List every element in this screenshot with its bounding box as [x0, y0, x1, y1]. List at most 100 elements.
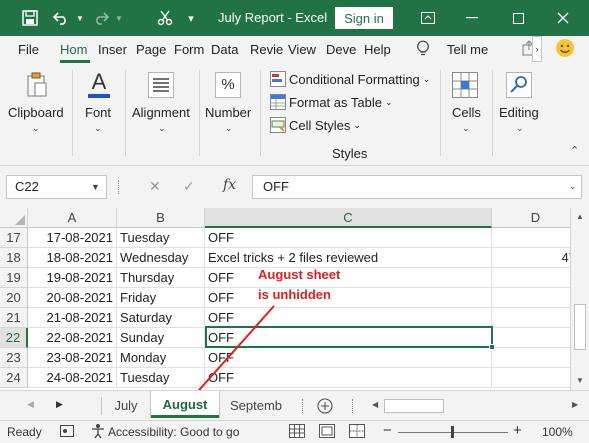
enter-icon[interactable]: ✓: [183, 178, 195, 195]
smiley-feedback-icon[interactable]: [555, 38, 575, 61]
number-group[interactable]: % Number ⌄: [203, 68, 255, 138]
horizontal-scroll-thumb[interactable]: [384, 399, 444, 413]
new-sheet-icon[interactable]: [317, 398, 333, 417]
maximize-icon[interactable]: [508, 0, 528, 36]
ribbon-divider: [125, 70, 126, 156]
number-label: Number: [205, 105, 252, 120]
tab-review[interactable]: Revie: [250, 42, 283, 57]
styles-group-label: Styles: [332, 146, 368, 161]
font-label: Font: [85, 105, 112, 120]
collapse-ribbon-icon[interactable]: ⌃: [570, 144, 579, 157]
sheet-tab-july[interactable]: July: [102, 391, 150, 421]
cells-group[interactable]: Cells ⌄: [446, 68, 486, 138]
conditional-formatting-button[interactable]: Conditional Formatting ⌄: [270, 71, 430, 87]
normal-view-icon[interactable]: [289, 424, 305, 441]
horizontal-scrollbar[interactable]: ◀ ▶: [372, 399, 584, 413]
vertical-scroll-thumb[interactable]: [574, 304, 586, 350]
ribbon-scroll-right-icon[interactable]: ›: [532, 36, 542, 62]
tab-file[interactable]: File: [18, 42, 39, 57]
close-icon[interactable]: [553, 0, 573, 36]
undo-dropdown-icon[interactable]: ▼: [74, 0, 86, 36]
minimize-icon[interactable]: [462, 0, 482, 36]
annotation-arrow: [197, 305, 275, 390]
tab-formulas[interactable]: Form: [174, 42, 204, 57]
editing-label: Editing: [499, 105, 539, 120]
page-layout-view-icon[interactable]: [319, 424, 335, 441]
tab-help[interactable]: Help: [364, 42, 391, 57]
ribbon-divider: [260, 70, 261, 156]
formula-bar: C22 ▼ ✕ ✓ fx OFF ⌄: [0, 166, 589, 208]
name-box-dropdown-icon[interactable]: ▼: [91, 182, 100, 192]
status-bar: Ready Accessibility: Good to go − + 100%: [0, 420, 589, 443]
macro-record-icon[interactable]: [60, 424, 74, 441]
zoom-slider-thumb[interactable]: [451, 426, 454, 438]
chevron-down-icon: ⌄: [462, 123, 470, 133]
expand-formula-bar-icon[interactable]: ⌄: [569, 181, 577, 192]
tab-divider: [352, 399, 353, 413]
tab-page-layout[interactable]: Page: [136, 42, 166, 57]
tell-me-search[interactable]: Tell me: [447, 42, 488, 57]
alignment-label: Alignment: [132, 105, 190, 120]
search-icon: [506, 72, 532, 101]
ribbon-display-options-icon[interactable]: [418, 0, 438, 36]
format-as-table-icon: [270, 94, 286, 110]
tab-insert[interactable]: Inser: [98, 42, 127, 57]
save-icon[interactable]: [18, 0, 42, 36]
cancel-icon[interactable]: ✕: [149, 178, 161, 195]
editing-group[interactable]: Editing ⌄: [496, 68, 546, 138]
scroll-left-icon[interactable]: ◀: [372, 400, 378, 409]
scroll-up-icon[interactable]: ▲: [576, 212, 584, 221]
page-break-view-icon[interactable]: [349, 424, 365, 441]
chevron-down-icon: ⌄: [422, 73, 431, 84]
accessibility-status[interactable]: Accessibility: Good to go: [108, 425, 239, 439]
font-icon-letter: A: [91, 69, 107, 94]
font-group[interactable]: A Font ⌄: [80, 68, 120, 138]
scroll-right-icon[interactable]: ▶: [572, 400, 578, 409]
zoom-level[interactable]: 100%: [542, 425, 573, 439]
sheet-scroll-left-icon[interactable]: ◀: [27, 399, 34, 410]
insert-function-icon[interactable]: fx: [223, 177, 236, 193]
cells-label: Cells: [452, 105, 481, 120]
zoom-in-button[interactable]: +: [513, 422, 522, 439]
tab-data[interactable]: Data: [211, 42, 238, 57]
worksheet-grid[interactable]: A B C D 17 17-08-2021 Tuesday OFF 18 18-08-20…: [0, 208, 570, 390]
format-as-table-button[interactable]: Format as Table ⌄: [270, 94, 393, 110]
cut-icon[interactable]: [154, 0, 176, 36]
scroll-down-icon[interactable]: ▼: [576, 376, 584, 385]
cell-styles-icon: [270, 117, 286, 133]
lightbulb-icon: [416, 40, 430, 61]
formula-input[interactable]: OFF: [252, 175, 582, 199]
sheet-tab-august[interactable]: August: [151, 391, 219, 418]
sheet-scroll-right-icon[interactable]: ▶: [56, 399, 63, 410]
cell-styles-button[interactable]: Cell Styles ⌄: [270, 117, 361, 133]
percent-icon: %: [215, 72, 241, 98]
ready-status: Ready: [7, 425, 42, 439]
ribbon-divider: [72, 70, 73, 156]
vertical-scrollbar[interactable]: ▲ ▼: [570, 208, 589, 390]
tab-home[interactable]: Hom: [60, 42, 87, 57]
tab-developer[interactable]: Deve: [326, 42, 356, 57]
chevron-down-icon: ⌄: [353, 119, 361, 130]
clipboard-group[interactable]: Clipboard ⌄: [8, 68, 68, 138]
conditional-formatting-label: Conditional Formatting: [289, 71, 420, 87]
tab-view[interactable]: View: [288, 42, 316, 57]
sign-in-button[interactable]: Sign in: [335, 7, 393, 29]
sheet-tabs-bar: ◀ ▶ July August Septemb ◀ ▶: [0, 390, 589, 420]
chevron-down-icon: ⌄: [384, 96, 393, 107]
formula-bar-grip: [118, 180, 120, 194]
redo-dropdown-icon: ▼: [115, 13, 123, 23]
undo-icon[interactable]: [50, 0, 72, 36]
active-tab-indicator: [60, 60, 90, 63]
alignment-group[interactable]: Alignment ⌄: [130, 68, 194, 138]
redo-icon: [90, 0, 112, 36]
zoom-out-button[interactable]: −: [383, 422, 392, 439]
font-icon: A: [88, 70, 110, 98]
accessibility-icon[interactable]: [90, 423, 106, 442]
chevron-down-icon: ⌄: [158, 123, 166, 133]
ribbon: Clipboard ⌄ A Font ⌄ Alignment ⌄ % Numbe…: [0, 64, 589, 166]
document-title: July Report - Excel: [218, 10, 328, 25]
cell-styles-label: Cell Styles: [289, 117, 351, 133]
sheet-tab-september[interactable]: Septemb: [220, 391, 292, 421]
customize-toolbar-icon[interactable]: ▾: [183, 0, 199, 36]
chevron-down-icon: ⌄: [516, 123, 524, 133]
